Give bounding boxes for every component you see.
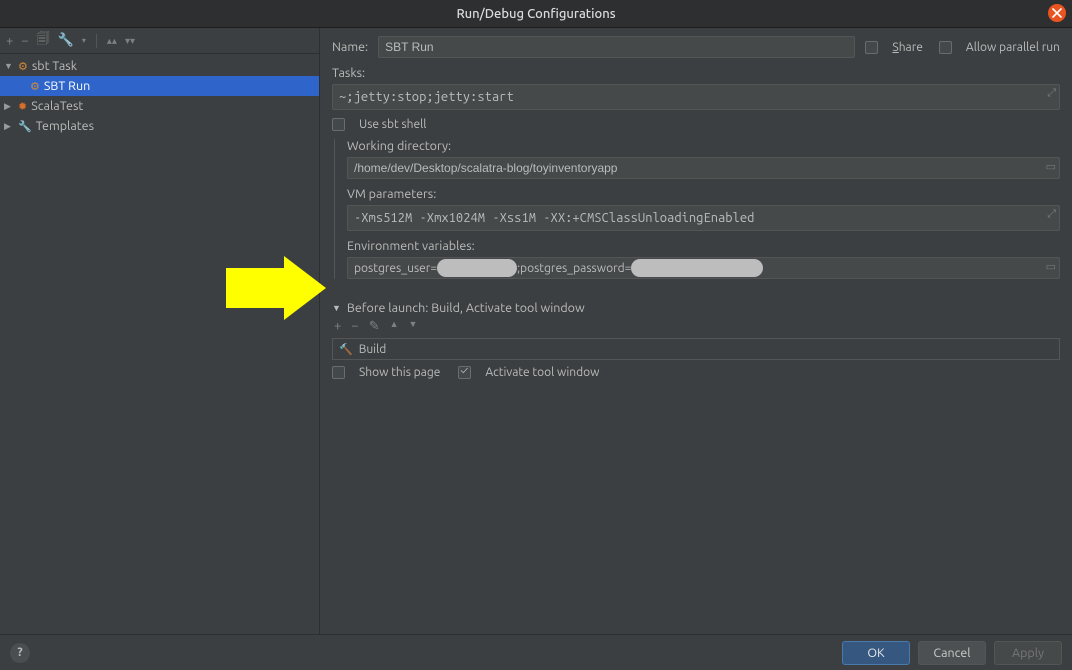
add-icon[interactable]: + bbox=[334, 319, 341, 334]
before-launch-item[interactable]: 🔨 Build bbox=[332, 338, 1060, 360]
close-icon[interactable] bbox=[1048, 4, 1066, 22]
titlebar: Run/Debug Configurations bbox=[0, 0, 1072, 28]
dialog-footer: ? OK Cancel Apply bbox=[0, 634, 1072, 670]
show-this-page-checkbox[interactable]: Show this page bbox=[332, 366, 440, 379]
config-tree[interactable]: ▼ ⚙ sbt Task ⚙ SBT Run ▶ ✹ ScalaTest ▶ 🔧… bbox=[0, 54, 319, 138]
flame-icon: ✹ bbox=[18, 100, 27, 113]
folder-icon[interactable]: ▭ bbox=[1046, 160, 1056, 173]
before-launch-header[interactable]: ▼ Before launch: Build, Activate tool wi… bbox=[332, 301, 1060, 315]
chevron-down-icon[interactable]: ▼ bbox=[332, 303, 341, 313]
remove-icon[interactable]: − bbox=[351, 319, 358, 334]
tree-label: SBT Run bbox=[44, 79, 90, 93]
tree-node-sbt-run[interactable]: ⚙ SBT Run bbox=[0, 76, 319, 96]
gear-icon: ⚙ bbox=[30, 80, 40, 93]
activate-tool-window-checkbox[interactable]: Activate tool window bbox=[458, 366, 599, 379]
highlight-arrow-icon bbox=[226, 256, 326, 320]
settings-icon[interactable]: 🔧 bbox=[58, 33, 74, 48]
tree-node-sbt-task[interactable]: ▼ ⚙ sbt Task bbox=[0, 56, 319, 76]
cancel-button[interactable]: Cancel bbox=[918, 641, 986, 665]
browse-icon[interactable]: ▭ bbox=[1046, 260, 1056, 273]
expand-icon[interactable]: ⤢ bbox=[1047, 87, 1056, 100]
move-up-icon[interactable]: ▴▴ bbox=[107, 35, 117, 47]
config-form: Name: Share Allow parallel run Tasks: ⤢ … bbox=[320, 28, 1072, 634]
allow-parallel-checkbox[interactable]: Allow parallel run bbox=[939, 41, 1060, 54]
use-sbt-shell-checkbox[interactable]: Use sbt shell bbox=[332, 118, 1060, 131]
working-dir-label: Working directory: bbox=[347, 139, 1060, 153]
chevron-right-icon[interactable]: ▶ bbox=[4, 101, 14, 112]
name-input[interactable] bbox=[378, 36, 855, 58]
tree-node-templates[interactable]: ▶ 🔧 Templates bbox=[0, 116, 319, 136]
vm-params-label: VM parameters: bbox=[347, 187, 1060, 201]
before-launch-toolbar: + − ✎ ▲ ▼ bbox=[332, 315, 1060, 338]
name-label: Name: bbox=[332, 40, 368, 54]
tree-label: Templates bbox=[36, 119, 94, 133]
up-icon[interactable]: ▲ bbox=[390, 319, 399, 334]
tree-label: sbt Task bbox=[32, 59, 77, 73]
help-button[interactable]: ? bbox=[10, 643, 30, 663]
add-icon[interactable]: + bbox=[6, 34, 13, 48]
tree-node-scalatest[interactable]: ▶ ✹ ScalaTest bbox=[0, 96, 319, 116]
down-icon[interactable]: ▼ bbox=[409, 319, 418, 334]
chevron-down-icon[interactable]: ▼ bbox=[4, 61, 14, 71]
gear-icon: ⚙ bbox=[18, 60, 28, 73]
working-dir-input[interactable] bbox=[347, 157, 1060, 179]
copy-icon[interactable]: 🗐 bbox=[37, 30, 50, 52]
chevron-right-icon[interactable]: ▶ bbox=[4, 121, 14, 132]
move-down-icon[interactable]: ▾▾ bbox=[125, 35, 135, 47]
tree-toolbar: + − 🗐 🔧 ▾ ▴▴ ▾▾ bbox=[0, 28, 319, 54]
env-vars-input[interactable]: postgres_user= ;postgres_password= bbox=[347, 257, 1060, 279]
tasks-label: Tasks: bbox=[332, 66, 1060, 80]
vm-params-input[interactable] bbox=[347, 205, 1060, 231]
tasks-input[interactable] bbox=[332, 84, 1060, 110]
ok-button[interactable]: OK bbox=[842, 641, 910, 665]
tree-label: ScalaTest bbox=[31, 99, 83, 113]
config-tree-pane: + − 🗐 🔧 ▾ ▴▴ ▾▾ ▼ ⚙ sbt Task ⚙ SBT Run ▶… bbox=[0, 28, 320, 634]
expand-icon[interactable]: ⤢ bbox=[1047, 208, 1056, 221]
share-checkbox[interactable]: Share bbox=[865, 41, 922, 54]
remove-icon[interactable]: − bbox=[21, 34, 28, 48]
env-vars-label: Environment variables: bbox=[347, 239, 1060, 253]
chevron-down-icon[interactable]: ▾ bbox=[82, 36, 86, 45]
hammer-icon: 🔨 bbox=[339, 343, 353, 356]
wrench-icon: 🔧 bbox=[18, 120, 32, 133]
apply-button[interactable]: Apply bbox=[994, 641, 1062, 665]
edit-icon[interactable]: ✎ bbox=[369, 319, 380, 334]
window-title: Run/Debug Configurations bbox=[456, 7, 615, 21]
